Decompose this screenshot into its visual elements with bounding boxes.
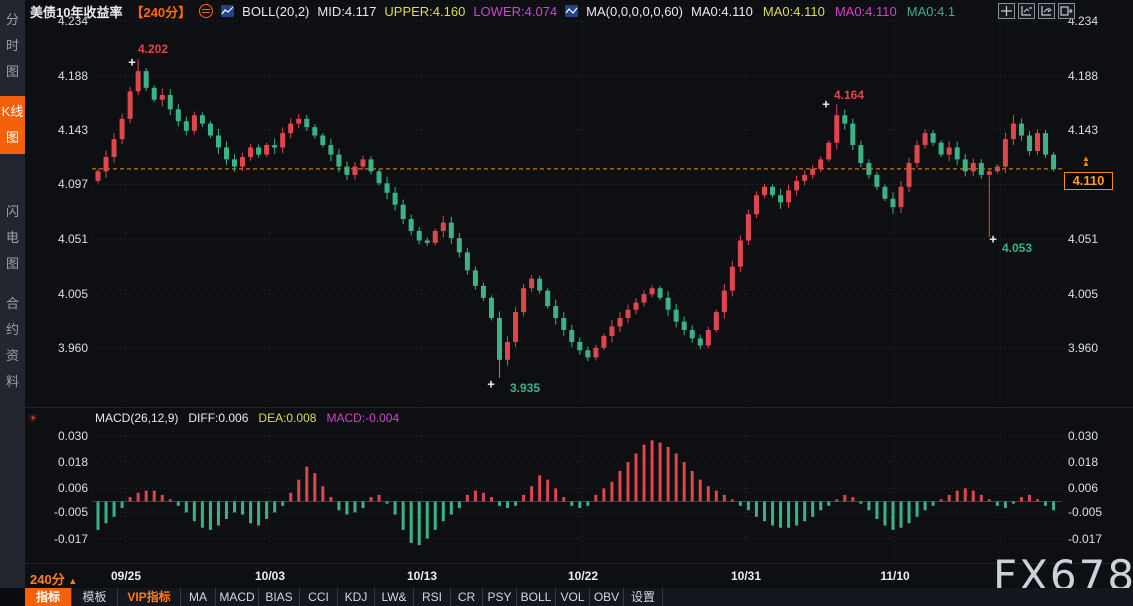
toolbar-tab-MA[interactable]: MA [181, 588, 216, 606]
price-tick-left: 4.143 [30, 123, 88, 137]
ma-value-4: MA0:4.1 [907, 4, 955, 19]
ma-chart-icon[interactable] [565, 5, 578, 17]
date-label: 11/10 [880, 569, 909, 583]
marker-cross-icon: + [822, 97, 830, 112]
price-tick-left: 4.005 [30, 287, 88, 301]
timeline-divider [25, 563, 1133, 564]
macd-tick-right: 0.006 [1068, 481, 1098, 495]
date-label: 10/13 [407, 569, 437, 583]
price-tick-right: 4.005 [1068, 287, 1098, 301]
boll-label: BOLL(20,2) [242, 4, 309, 19]
price-tick-left: 4.051 [30, 232, 88, 246]
marker-cross-icon: + [128, 55, 136, 70]
date-label: 10/31 [731, 569, 761, 583]
trading-terminal: 分时图 K线图闪电图合约资料 美债10年收益率 【240分】 BOLL(20,2)… [0, 0, 1133, 606]
panel-divider [25, 407, 1133, 408]
macd-header: MACD(26,12,9) DIFF:0.006 DEA:0.008 MACD:… [95, 411, 399, 425]
ma-value-1: MA0:4.110 [691, 4, 753, 19]
instrument-title: 美债10年收益率 [30, 2, 122, 21]
sidebar-corner [0, 588, 25, 606]
toolbar-tab-模板[interactable]: 模板 [72, 588, 118, 606]
chart-header: 美债10年收益率 【240分】 BOLL(20,2) MID:4.117 UPP… [30, 0, 955, 22]
macd-tick-left: 0.006 [30, 481, 88, 495]
toolbar-tab-KDJ[interactable]: KDJ [338, 588, 375, 606]
price-chart-canvas[interactable] [0, 0, 1133, 606]
price-annotation: 3.935 [510, 381, 540, 395]
indicator-settings-sun-icon[interactable]: ☀ [28, 412, 38, 425]
price-tick-left: 4.097 [30, 177, 88, 191]
toolbar-tab-VIP指标[interactable]: VIP指标 [118, 588, 181, 606]
pop-out-window-icon[interactable] [1058, 3, 1075, 19]
crosshair-icon[interactable] [998, 3, 1015, 19]
macd-tick-left: 0.018 [30, 455, 88, 469]
toolbar-tab-OBV[interactable]: OBV [590, 588, 624, 606]
boll-lower-value: LOWER:4.074 [473, 4, 557, 19]
marker-cross-icon: + [487, 377, 495, 392]
price-tick-left: 4.188 [30, 69, 88, 83]
ma-values: MA0:4.110 MA0:4.110 MA0:4.110 MA0:4.1 [691, 4, 955, 19]
date-label: 10/22 [568, 569, 598, 583]
ma-value-2: MA0:4.110 [763, 4, 825, 19]
macd-label: MACD(26,12,9) [95, 411, 178, 425]
macd-tick-right: 0.018 [1068, 455, 1098, 469]
indicator-toolbar: 指标模板VIP指标MAMACDBIASCCIKDJLW&RSICRPSYBOLL… [25, 588, 1133, 606]
price-tick-right: 3.960 [1068, 341, 1098, 355]
toolbar-tab-BOLL[interactable]: BOLL [517, 588, 556, 606]
toolbar-tab-PSY[interactable]: PSY [483, 588, 517, 606]
macd-tick-right: -0.005 [1068, 505, 1102, 519]
price-annotation: 4.053 [1002, 241, 1032, 255]
boll-mid-value: MID:4.117 [317, 4, 376, 19]
sidebar-item-2[interactable]: K线图 [0, 96, 25, 154]
current-price-badge: 4.110 [1064, 172, 1113, 190]
macd-diff-value: DIFF:0.006 [188, 411, 248, 425]
macd-tick-left: -0.005 [30, 505, 88, 519]
toolbar-tab-LW&[interactable]: LW& [375, 588, 414, 606]
toolbar-tab-CCI[interactable]: CCI [300, 588, 338, 606]
timeframe-selector[interactable]: 240分 ▲ [30, 569, 77, 588]
ma-value-3: MA0:4.110 [835, 4, 897, 19]
toolbar-tab-BIAS[interactable]: BIAS [259, 588, 300, 606]
marker-cross-icon: + [989, 232, 997, 247]
price-tick-right: 4.188 [1068, 69, 1098, 83]
boll-chart-icon[interactable] [221, 5, 234, 17]
date-label: 10/03 [255, 569, 285, 583]
ma-label: MA(0,0,0,0,0,60) [586, 4, 683, 19]
price-annotation: 4.164 [834, 88, 864, 102]
macd-tick-left: -0.017 [30, 532, 88, 546]
macd-tick-right: -0.017 [1068, 532, 1102, 546]
price-tick-right: 4.143 [1068, 123, 1098, 137]
sidebar-item-3[interactable]: 闪电图 [0, 196, 25, 280]
price-annotation: 4.202 [138, 42, 168, 56]
toolbar-tab-CR[interactable]: CR [451, 588, 483, 606]
date-label: 09/25 [111, 569, 141, 583]
zoom-out-axis-icon[interactable] [1018, 3, 1035, 19]
toolbar-tab-MACD[interactable]: MACD [216, 588, 259, 606]
zoom-in-axis-icon[interactable] [1038, 3, 1055, 19]
price-tick-left: 3.960 [30, 341, 88, 355]
price-direction-arrows: ▲▲ [1082, 156, 1090, 166]
macd-tick-left: 0.030 [30, 429, 88, 443]
indicator-menu-icon[interactable] [199, 4, 213, 18]
toolbar-tab-设置[interactable]: 设置 [624, 588, 663, 606]
toolbar-tab-VOL[interactable]: VOL [556, 588, 590, 606]
boll-upper-value: UPPER:4.160 [384, 4, 465, 19]
left-sidebar: 分时图 K线图闪电图合约资料 [0, 0, 25, 588]
toolbar-tab-RSI[interactable]: RSI [414, 588, 451, 606]
macd-tick-right: 0.030 [1068, 429, 1098, 443]
period-label[interactable]: 【240分】 [130, 2, 191, 21]
sidebar-item-1[interactable]: 分时图 [0, 4, 25, 88]
sidebar-item-4[interactable]: 合约资料 [0, 288, 25, 398]
macd-dea-value: DEA:0.008 [258, 411, 316, 425]
toolbar-tab-指标[interactable]: 指标 [25, 588, 72, 606]
chart-tool-icons [998, 3, 1075, 19]
macd-value: MACD:-0.004 [326, 411, 399, 425]
price-tick-right: 4.051 [1068, 232, 1098, 246]
timeframe-arrow-icon: ▲ [68, 576, 77, 586]
